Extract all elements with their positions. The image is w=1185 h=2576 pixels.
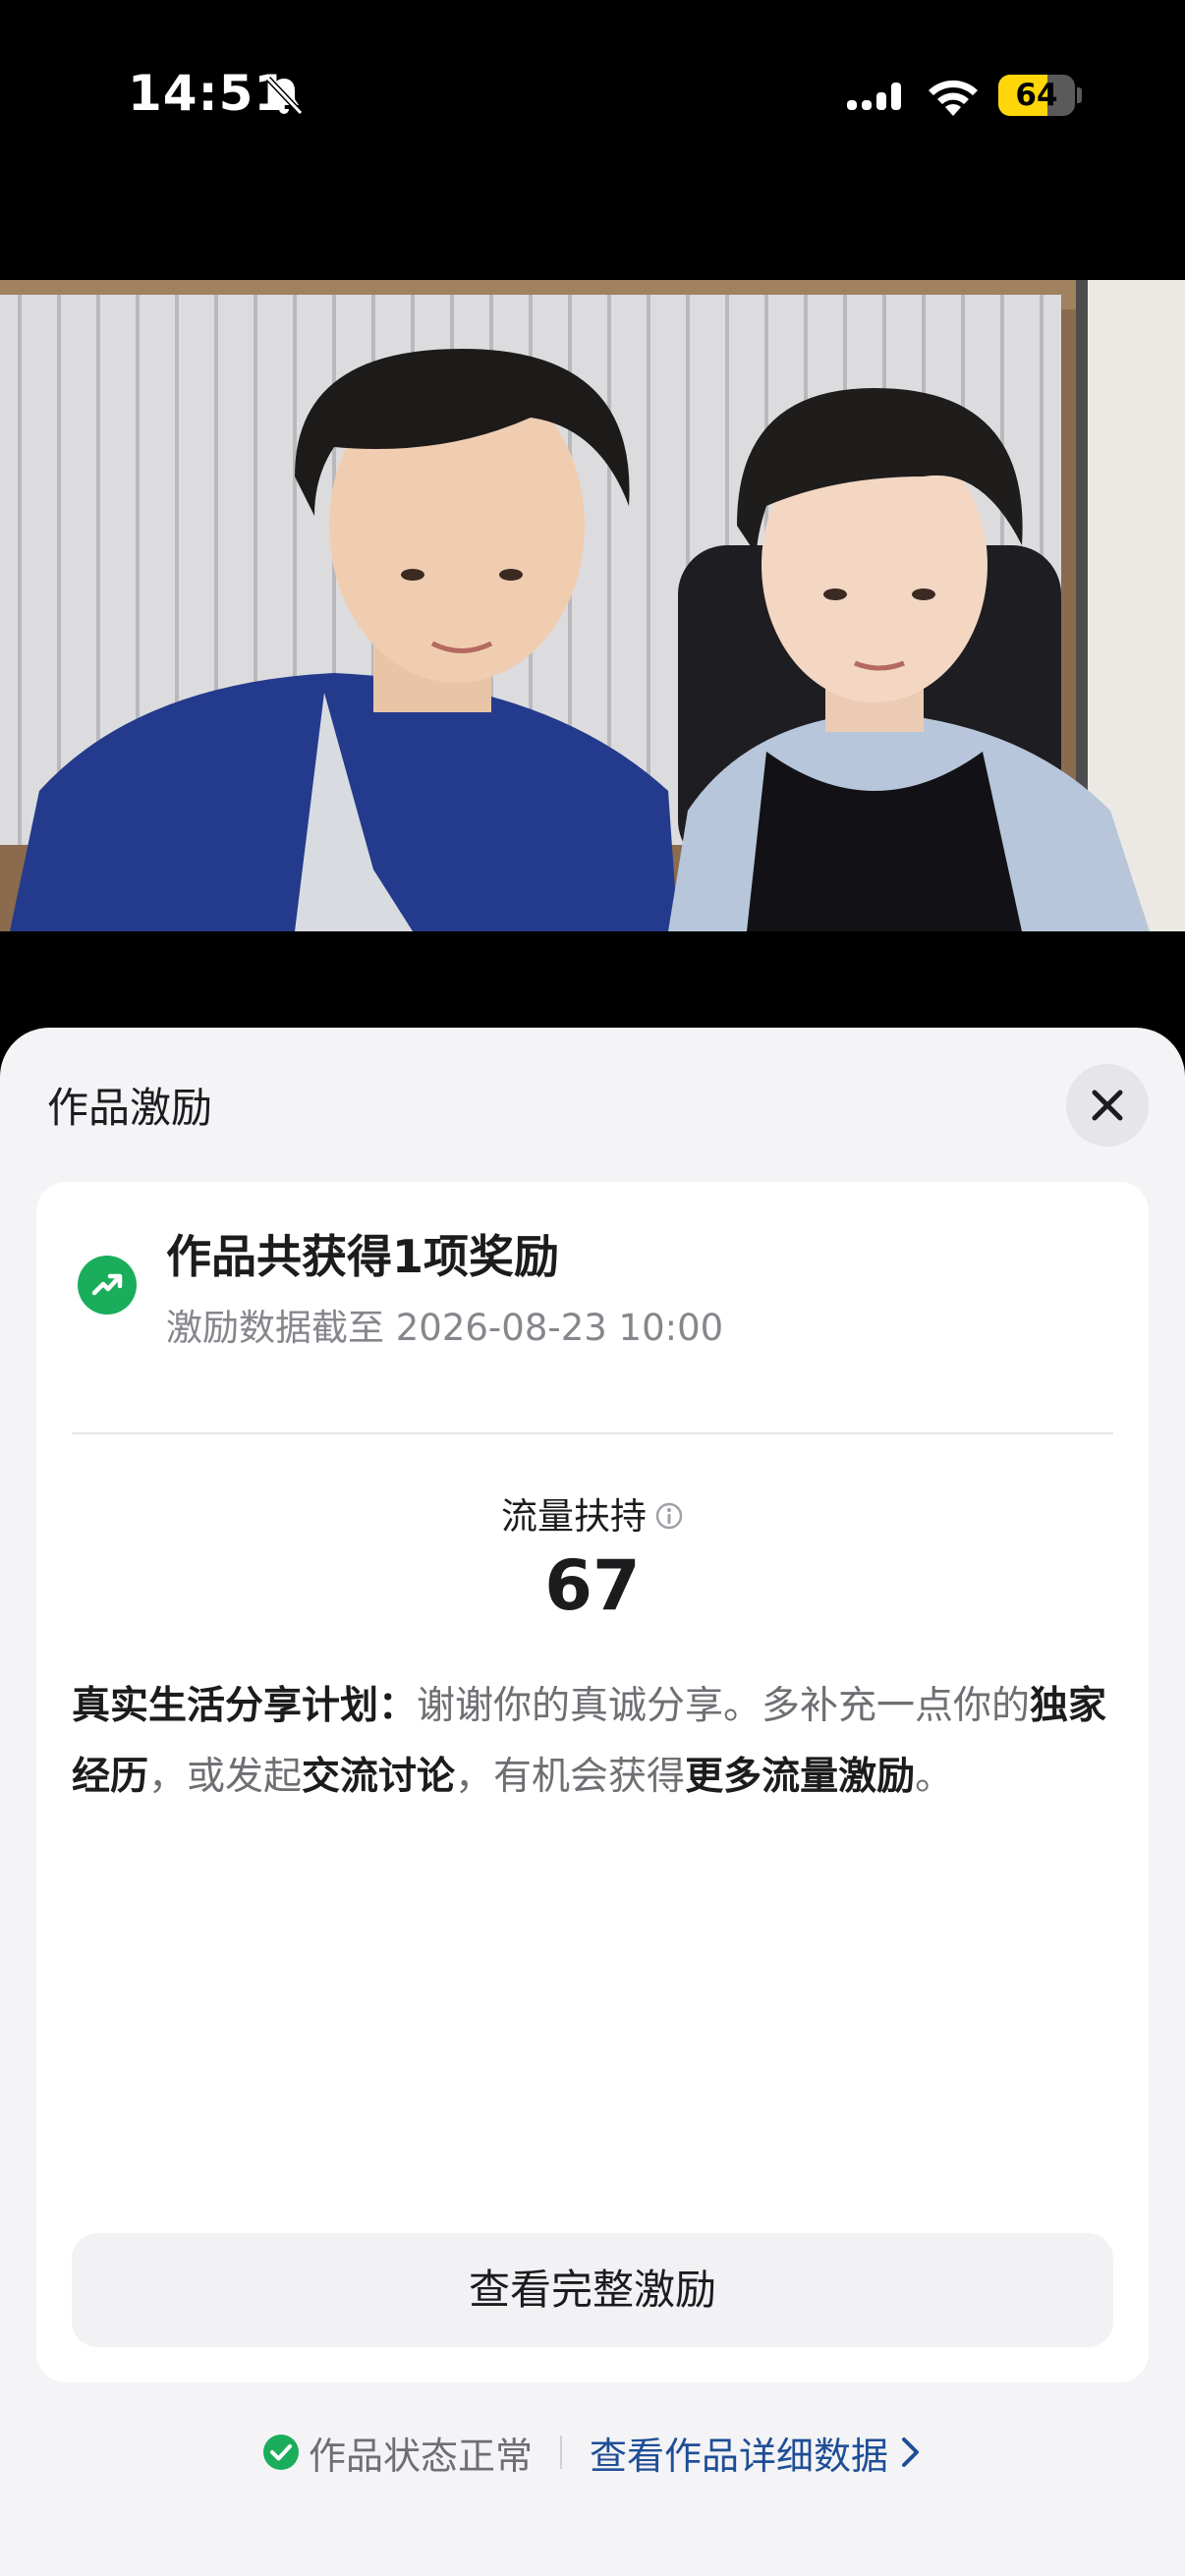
- metric-value: 67: [544, 1545, 641, 1626]
- plan-text-4: 。: [915, 1755, 954, 1799]
- plan-highlight-2: 交流讨论: [302, 1755, 456, 1799]
- check-circle-icon: [262, 2435, 299, 2470]
- award-card: 作品共获得1项奖励 激励数据截至 2026-08-23 10:00 流量扶持 6…: [36, 1182, 1149, 2382]
- view-full-incentive-button[interactable]: 查看完整激励: [72, 2233, 1113, 2347]
- status-normal-text: 作品状态正常: [308, 2434, 533, 2478]
- plan-description: 真实生活分享计划：谢谢你的真诚分享。多补充一点你的独家经历，或发起交流讨论，有机…: [72, 1671, 1123, 1813]
- plan-text-3: ，有机会获得: [455, 1755, 686, 1799]
- award-title: 作品共获得1项奖励: [166, 1230, 560, 1283]
- video-image: [0, 280, 1185, 931]
- signal-icon: [847, 83, 901, 110]
- chevron-right-icon: [902, 2437, 920, 2467]
- close-button[interactable]: [1066, 1064, 1149, 1147]
- close-icon: [1092, 1090, 1123, 1121]
- metric-label-text: 流量扶持: [501, 1495, 647, 1538]
- detail-link-text: 查看作品详细数据: [590, 2434, 889, 2478]
- divider: [72, 1432, 1113, 1434]
- footer-divider: [560, 2436, 562, 2469]
- trending-up-icon: [78, 1256, 137, 1315]
- battery-percent: 64: [1015, 78, 1058, 113]
- battery-icon: 64: [998, 75, 1082, 116]
- metric-label: 流量扶持: [36, 1486, 1149, 1540]
- plan-highlight-3: 更多流量激励: [685, 1755, 916, 1799]
- plan-label: 真实生活分享计划：: [72, 1684, 418, 1728]
- sheet-title: 作品激励: [47, 1084, 213, 1132]
- bell-slash-icon: [265, 76, 304, 116]
- info-icon[interactable]: [654, 1501, 684, 1531]
- wifi-icon: [929, 80, 978, 116]
- view-detail-data-link[interactable]: 查看作品详细数据: [590, 2426, 924, 2480]
- video-frame[interactable]: [0, 280, 1185, 931]
- incentive-sheet: 作品激励 作品共获得1项奖励 激励数据截至 2026-08-23 10:00 流…: [0, 1028, 1185, 2576]
- status-bar: 14:51 64: [0, 0, 1185, 196]
- plan-text-1: 谢谢你的真诚分享。多补充一点你的: [417, 1684, 1031, 1728]
- plan-text-2: ，或发起: [148, 1755, 303, 1799]
- footer: 作品状态正常 查看作品详细数据: [0, 2423, 1185, 2482]
- award-subtitle: 激励数据截至 2026-08-23 10:00: [166, 1307, 724, 1349]
